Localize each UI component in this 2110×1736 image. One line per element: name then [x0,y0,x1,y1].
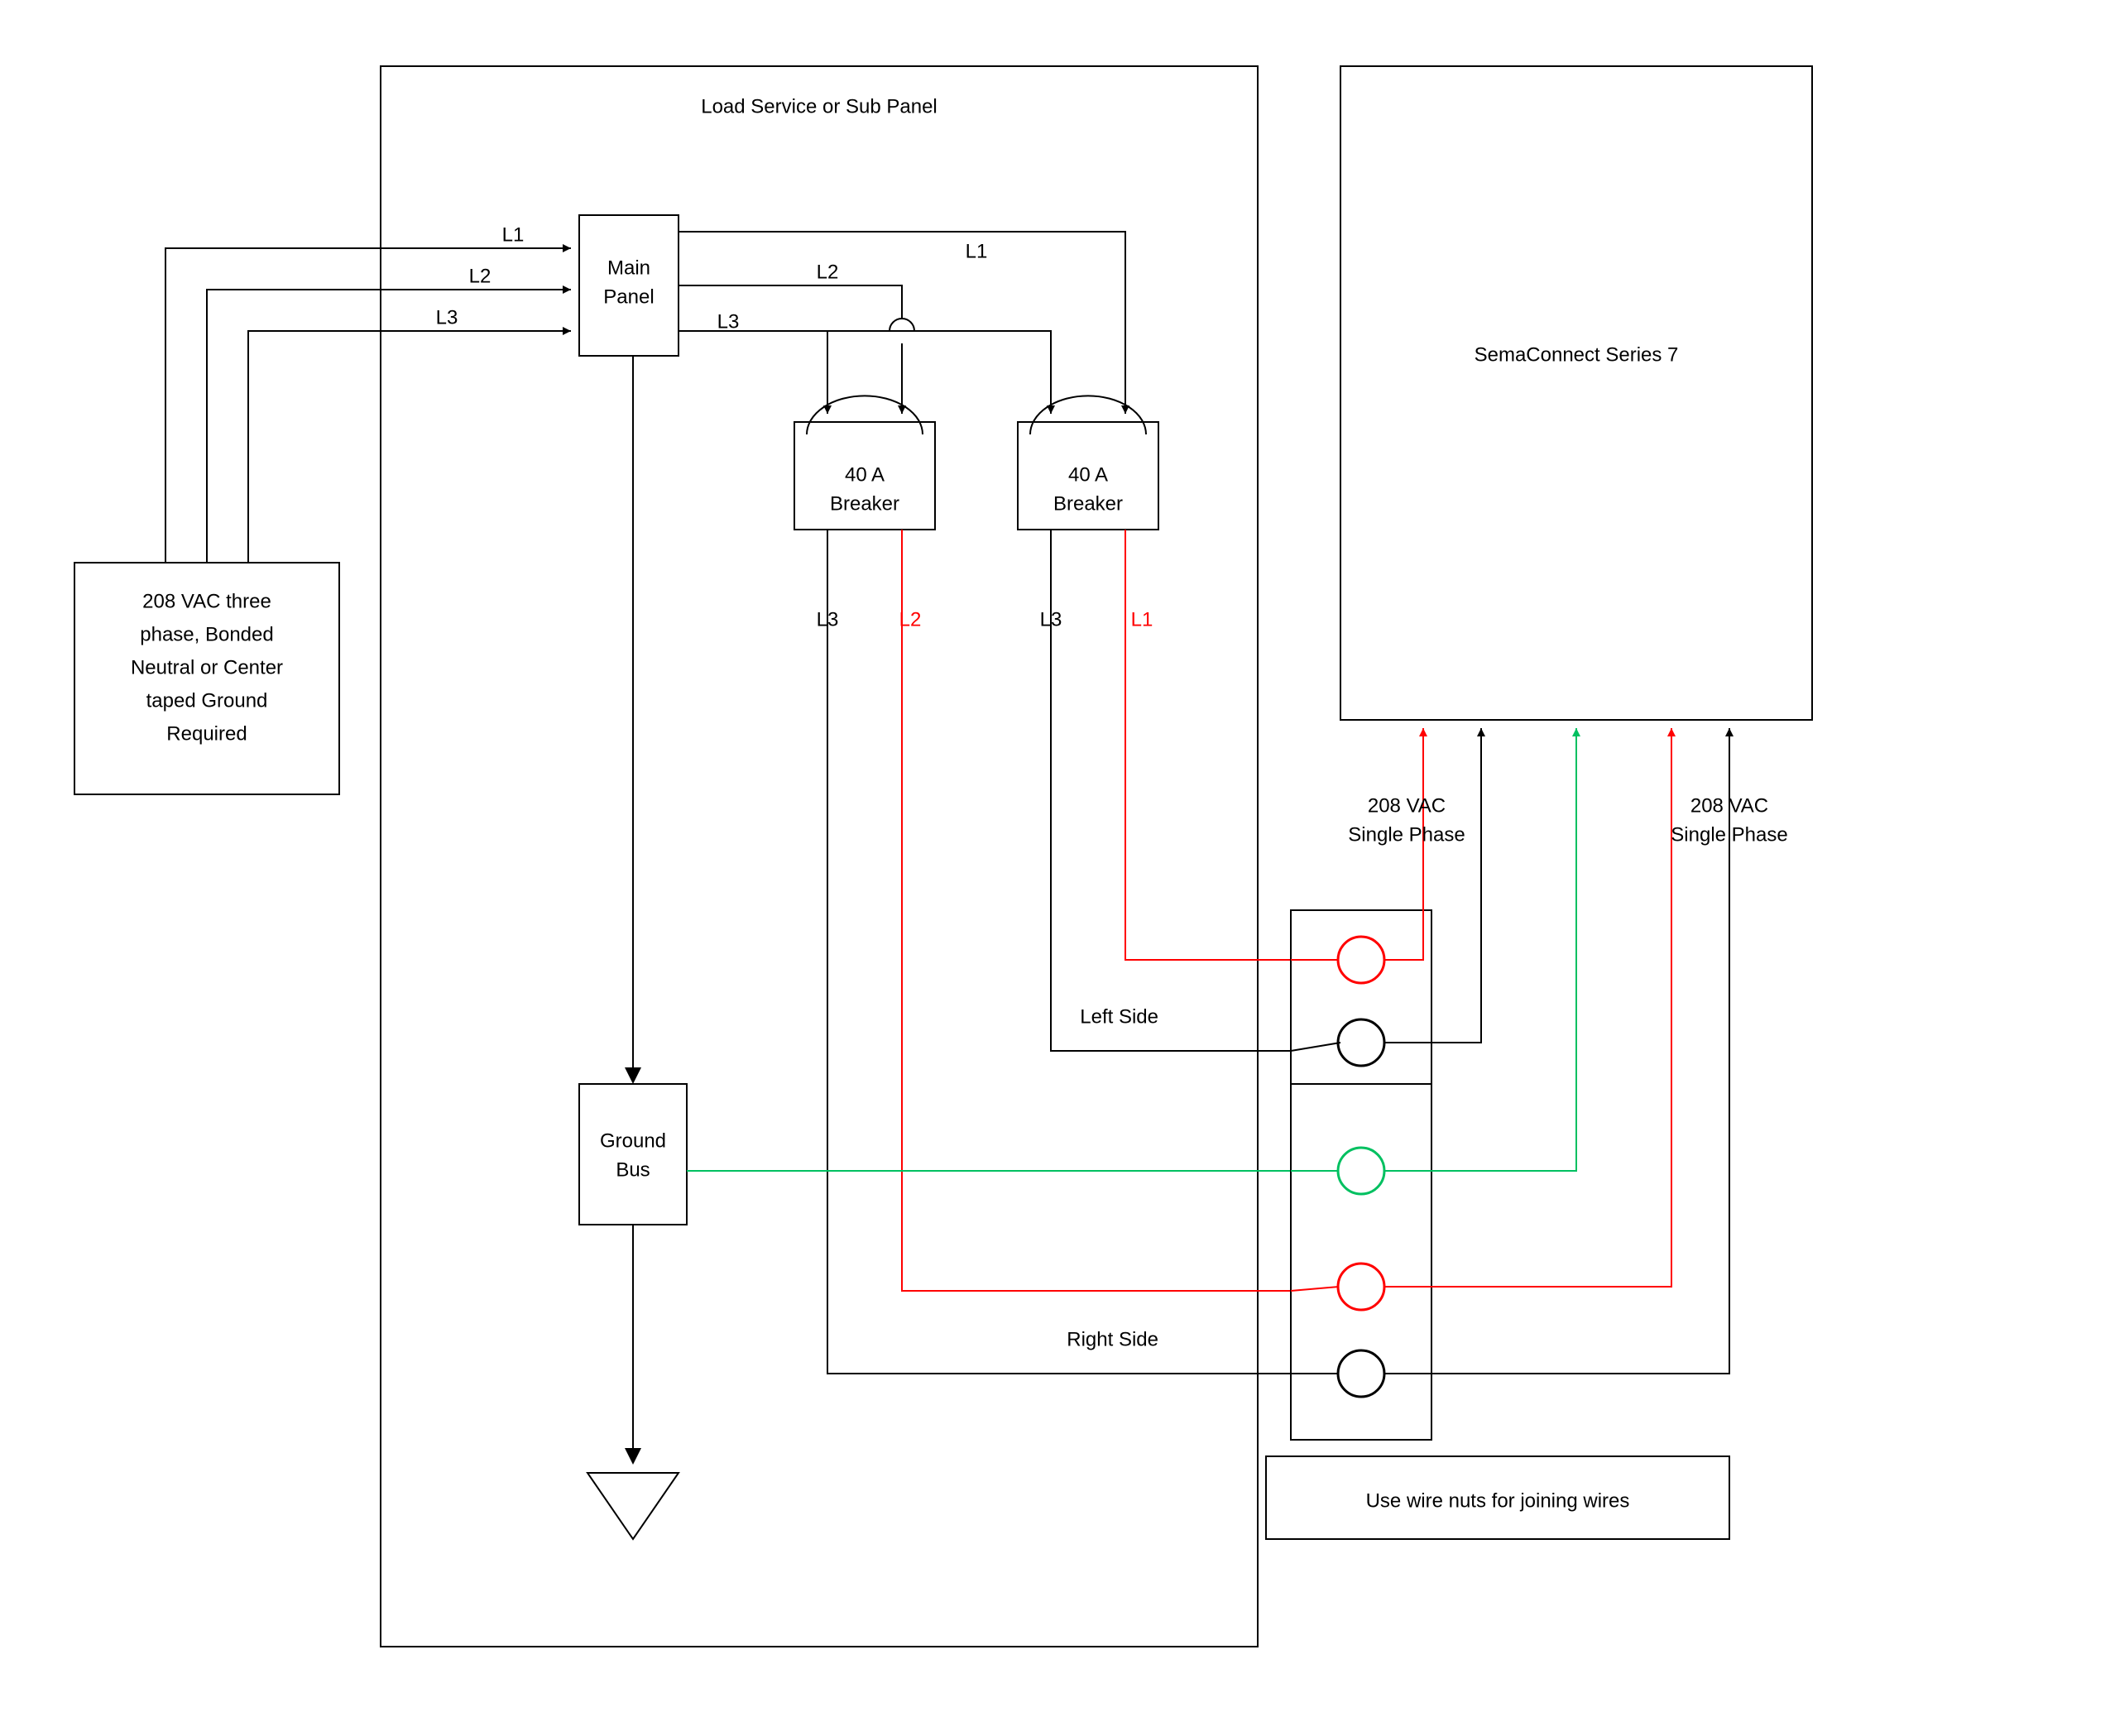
label-src-L1: L1 [502,223,525,246]
source-line3: Neutral or Center [131,656,283,679]
label-b1-L2: L2 [899,608,922,631]
ground-bus-box [579,1084,687,1225]
dev-out1-l1: 208 VAC [1368,794,1446,817]
main-panel-label-2: Panel [603,285,654,308]
label-mp-L2: L2 [817,261,839,283]
semaconnect-box [1340,66,1812,720]
label-mp-L1: L1 [966,240,988,262]
right-side-label: Right Side [1067,1328,1158,1350]
source-line4: taped Ground [146,689,268,712]
source-line2: phase, Bonded [140,623,273,645]
label-b2-L1: L1 [1131,608,1153,631]
label-b1-L3: L3 [817,608,839,631]
label-src-L2: L2 [469,265,492,287]
source-line5: Required [166,722,247,745]
left-side-label: Left Side [1080,1005,1158,1028]
semaconnect-title: SemaConnect Series 7 [1475,343,1679,366]
ground-bus-label-2: Bus [616,1158,650,1181]
breaker-1-line2: Breaker [830,492,899,515]
label-mp-L3: L3 [717,310,740,333]
label-b2-L3: L3 [1040,608,1062,631]
dev-out1-l2: Single Phase [1348,823,1465,846]
wire-nut-note: Use wire nuts for joining wires [1366,1489,1630,1512]
wiring-diagram: 208 VAC three phase, Bonded Neutral or C… [0,0,2110,1736]
panel-title: Load Service or Sub Panel [701,95,938,117]
breaker-2-line2: Breaker [1053,492,1123,515]
breaker-2-line1: 40 A [1068,463,1108,486]
ground-bus-label-1: Ground [600,1129,666,1152]
source-line1: 208 VAC three [142,590,271,612]
breaker-1-line1: 40 A [845,463,885,486]
main-panel-label-1: Main [607,257,650,279]
junction-right-box [1291,1084,1431,1440]
label-src-L3: L3 [436,306,458,328]
dev-out2-l2: Single Phase [1671,823,1787,846]
dev-out2-l1: 208 VAC [1690,794,1768,817]
